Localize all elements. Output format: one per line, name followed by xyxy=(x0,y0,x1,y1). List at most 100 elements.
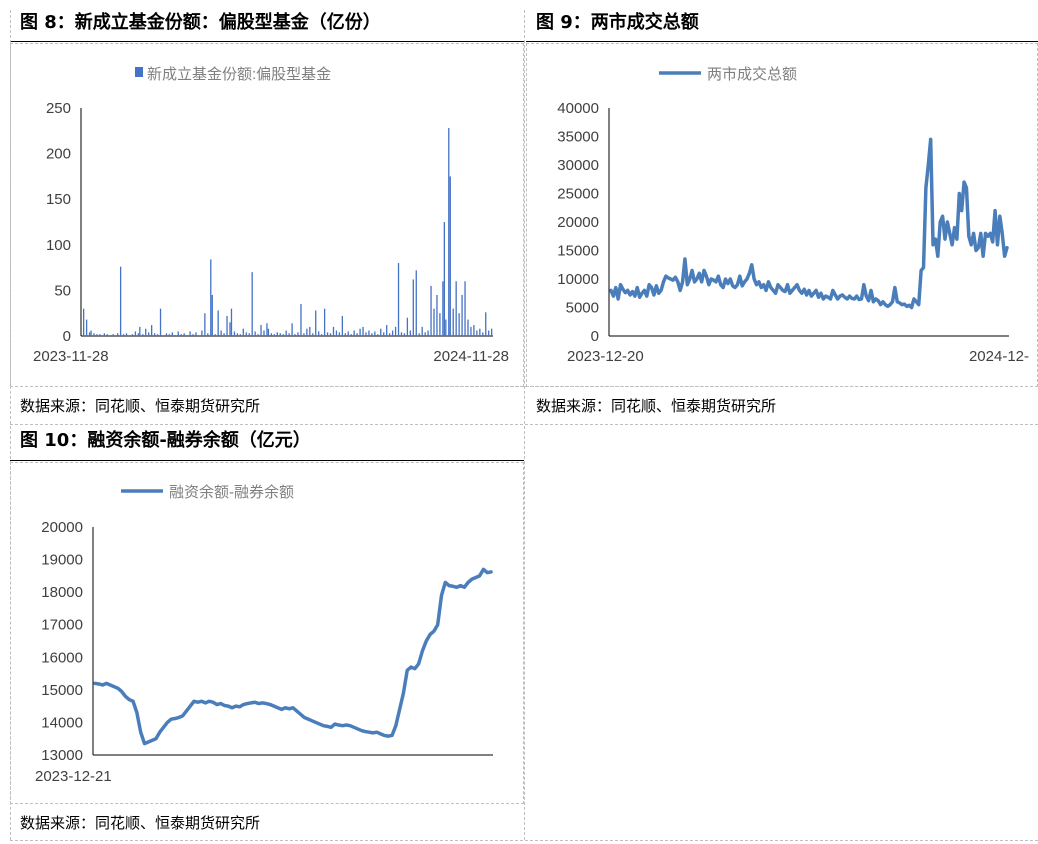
y-tick-label: 5000 xyxy=(566,300,599,317)
bar xyxy=(485,312,487,336)
x-tick-label: 2023-12-20 xyxy=(567,348,644,365)
bar xyxy=(332,326,335,336)
fig10-source: 数据来源：同花顺、恒泰期货研究所 xyxy=(20,814,261,832)
y-tick-label: 35000 xyxy=(557,129,599,146)
bar xyxy=(99,334,101,336)
bar xyxy=(303,333,305,336)
bar xyxy=(226,315,228,336)
bar xyxy=(192,334,194,336)
bar xyxy=(88,332,91,336)
bar xyxy=(353,330,355,336)
bar xyxy=(100,335,103,336)
bar xyxy=(282,334,284,336)
bar xyxy=(368,330,370,336)
bar xyxy=(374,331,376,336)
bar xyxy=(467,319,469,336)
fig9-source: 数据来源：同花顺、恒泰期货研究所 xyxy=(536,397,777,415)
bar xyxy=(189,331,191,336)
bar xyxy=(335,330,338,336)
bar xyxy=(168,334,171,336)
bar xyxy=(83,308,85,336)
bar xyxy=(248,333,250,336)
bar xyxy=(294,334,296,336)
y-tick-label: 17000 xyxy=(41,617,83,634)
bar xyxy=(254,331,256,336)
fig10-title-rule xyxy=(10,460,524,461)
y-tick-label: 40000 xyxy=(557,100,599,117)
bar xyxy=(180,334,182,336)
bar xyxy=(148,332,150,336)
bar xyxy=(223,333,225,336)
fig10-title: 图 10：融资余额-融券余额（亿元） xyxy=(20,430,311,451)
bar xyxy=(119,266,122,336)
bar xyxy=(329,333,332,336)
bar xyxy=(162,335,165,336)
bar xyxy=(122,334,125,336)
bar xyxy=(415,270,417,336)
bar xyxy=(171,332,173,336)
bar xyxy=(470,326,472,336)
bar xyxy=(266,323,268,336)
bar xyxy=(309,326,311,336)
bar xyxy=(409,330,411,336)
y-tick-label: 16000 xyxy=(41,649,83,666)
legend-label: 融资余额-融券余额 xyxy=(169,483,294,501)
bar xyxy=(285,330,287,336)
fig9-chart: 两市成交总额 0 5000 10000 15000 20000 25000 30000 3500… xyxy=(557,65,1029,365)
bar xyxy=(389,333,391,336)
bar xyxy=(442,281,444,336)
bar xyxy=(139,326,141,336)
bar xyxy=(211,294,213,336)
bar xyxy=(257,334,259,336)
bar xyxy=(137,333,139,336)
bar xyxy=(207,333,209,336)
bar xyxy=(214,334,216,336)
bar xyxy=(251,272,253,336)
bar xyxy=(260,325,262,336)
bar xyxy=(300,304,302,336)
bar xyxy=(270,333,273,336)
bar xyxy=(344,333,346,336)
bar xyxy=(210,259,212,336)
x-tick-label: 2023-12-21 xyxy=(35,768,112,785)
bar xyxy=(90,330,92,336)
bar xyxy=(365,332,367,336)
y-tick-label: 20000 xyxy=(41,519,83,536)
bar xyxy=(291,323,293,336)
bar xyxy=(445,319,447,336)
bar xyxy=(106,334,108,336)
bar xyxy=(151,325,153,336)
fig10-chart: 融资余额-融券余额 13000 14000 15000 16000 17000 18000 1… xyxy=(35,483,493,785)
bar xyxy=(263,330,265,336)
x-tick-label: 2024-12- xyxy=(969,348,1029,365)
bar xyxy=(323,308,326,336)
fig9-chart-box: 两市成交总额 0 5000 10000 15000 20000 25000 30000 3500… xyxy=(526,43,1038,387)
y-tick-label: 150 xyxy=(46,191,71,208)
bar xyxy=(452,308,454,336)
bar xyxy=(96,334,98,336)
bar xyxy=(461,294,463,336)
y-tick-label: 13000 xyxy=(41,747,83,764)
bar xyxy=(125,333,128,336)
bar xyxy=(142,334,144,336)
bar xyxy=(448,128,450,336)
y-tick-label: 30000 xyxy=(557,157,599,174)
bar xyxy=(288,333,290,336)
bar xyxy=(153,333,156,336)
bar xyxy=(159,308,162,336)
y-tick-label: 19000 xyxy=(41,552,83,569)
y-tick-label: 20000 xyxy=(557,214,599,231)
bar xyxy=(350,334,352,336)
bar xyxy=(279,333,281,336)
report-page: 图 8：新成立基金份额：偏股型基金（亿份） 新成立基金份额:偏股型基金 0 50 10… xyxy=(0,0,1038,844)
bar xyxy=(482,332,484,336)
bar xyxy=(312,333,314,336)
bar xyxy=(449,176,451,336)
bar xyxy=(186,335,188,336)
bar xyxy=(359,328,361,336)
bar xyxy=(217,310,219,336)
bar xyxy=(273,334,275,336)
bar xyxy=(165,333,168,336)
bar xyxy=(297,332,299,336)
fig10-chart-box: 融资余额-融券余额 13000 14000 15000 16000 17000 18000 1… xyxy=(10,462,524,804)
